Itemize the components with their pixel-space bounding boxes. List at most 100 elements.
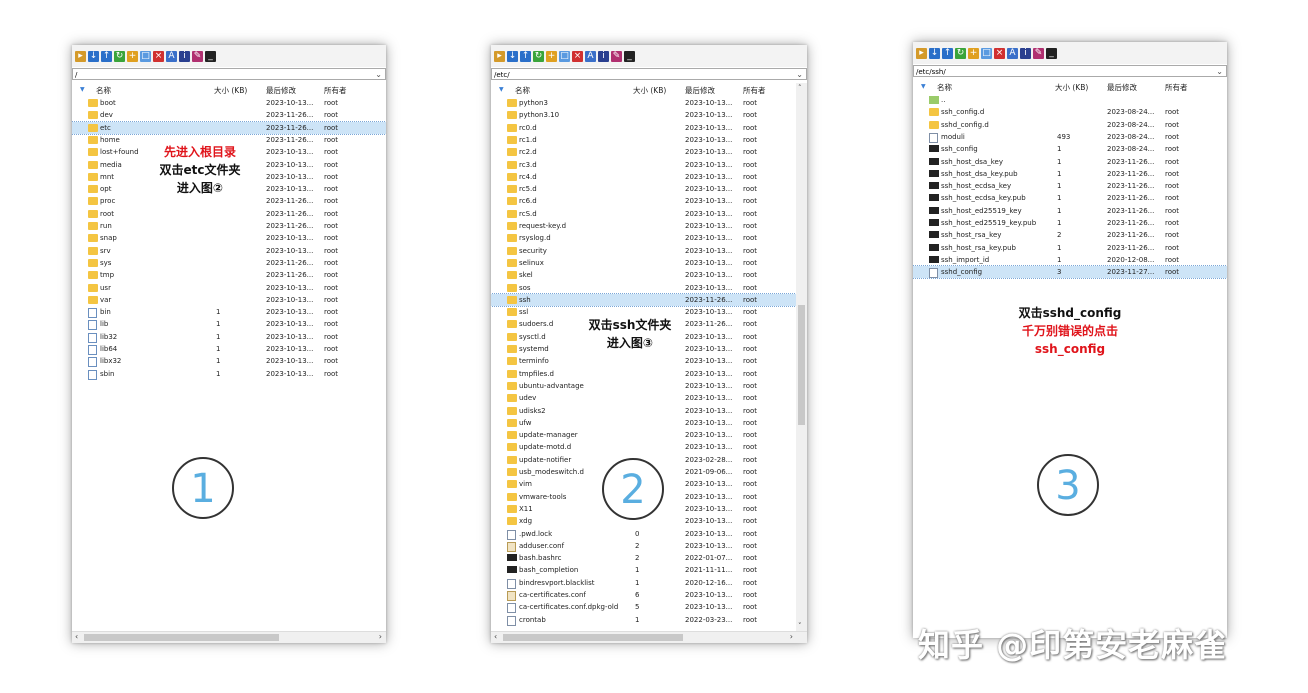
column-owner[interactable]: 所有者 [324, 85, 347, 96]
file-row[interactable]: python3 2023-10-13... root [491, 97, 796, 109]
upload-icon[interactable]: ↑ [520, 50, 531, 62]
file-row[interactable]: security 2023-10-13... root [491, 245, 796, 257]
horizontal-scrollbar[interactable]: ‹ › [72, 631, 386, 643]
file-row[interactable]: ssh_host_rsa_key.pub 1 2023-11-26... root [913, 242, 1227, 254]
chevron-down-icon[interactable]: ⌄ [1216, 66, 1223, 78]
file-row[interactable]: var 2023-10-13... root [72, 294, 386, 306]
file-row[interactable]: rsyslog.d 2023-10-13... root [491, 232, 796, 244]
new-file-icon[interactable]: □ [140, 50, 151, 62]
file-row[interactable]: skel 2023-10-13... root [491, 269, 796, 281]
column-owner[interactable]: 所有者 [1165, 82, 1188, 93]
file-row[interactable]: bindresvport.blacklist 1 2020-12-16... root [491, 577, 796, 589]
column-modified[interactable]: 最后修改 [266, 85, 296, 96]
file-row[interactable]: rc3.d 2023-10-13... root [491, 159, 796, 171]
refresh-icon[interactable]: ↻ [533, 50, 544, 62]
edit-icon[interactable]: ✎ [611, 50, 622, 62]
file-row[interactable]: rc6.d 2023-10-13... root [491, 195, 796, 207]
rename-icon[interactable]: A [1007, 47, 1018, 59]
horizontal-scrollbar[interactable]: ‹ › [491, 631, 807, 643]
column-name[interactable]: 名称 [937, 82, 952, 93]
open-folder-icon[interactable]: ▸ [494, 50, 505, 62]
path-input[interactable]: / ⌄ [72, 68, 386, 80]
file-row[interactable]: libx32 1 2023-10-13... root [72, 355, 386, 368]
scroll-left-icon[interactable]: ‹ [75, 632, 78, 641]
refresh-icon[interactable]: ↻ [114, 50, 125, 62]
file-row[interactable]: bash_completion 1 2021-11-11... root [491, 564, 796, 576]
scrollbar-thumb[interactable] [503, 634, 683, 641]
file-row[interactable]: ssh_host_ed25519_key.pub 1 2023-11-26... ro… [913, 217, 1227, 229]
column-modified[interactable]: 最后修改 [685, 85, 715, 96]
terminal-icon[interactable]: _ [205, 50, 216, 62]
file-row[interactable]: ssh_host_dsa_key.pub 1 2023-11-26... root [913, 168, 1227, 180]
file-row[interactable]: ssh_host_dsa_key 1 2023-11-26... root [913, 156, 1227, 168]
file-row[interactable]: ssh_config.d 2023-08-24... root [913, 106, 1227, 118]
scroll-left-icon[interactable]: ‹ [494, 632, 497, 641]
file-row[interactable]: rcS.d 2023-10-13... root [491, 208, 796, 220]
new-file-icon[interactable]: □ [559, 50, 570, 62]
file-row[interactable]: udev 2023-10-13... root [491, 392, 796, 404]
file-row[interactable]: usr 2023-10-13... root [72, 282, 386, 294]
file-row[interactable]: dev 2023-11-26... root [72, 109, 386, 121]
column-size[interactable]: 大小 (KB) [633, 85, 666, 96]
file-row[interactable]: udisks2 2023-10-13... root [491, 405, 796, 417]
file-row[interactable]: lib 1 2023-10-13... root [72, 318, 386, 331]
file-row[interactable]: sshd_config.d 2023-08-24... root [913, 119, 1227, 131]
file-row[interactable]: rc4.d 2023-10-13... root [491, 171, 796, 183]
file-row[interactable]: ssh_config 1 2023-08-24... root [913, 143, 1227, 155]
new-folder-icon[interactable]: + [968, 47, 979, 59]
rename-icon[interactable]: A [585, 50, 596, 62]
download-icon[interactable]: ↓ [929, 47, 940, 59]
file-row[interactable]: bash.bashrc 2 2022-01-07... root [491, 552, 796, 564]
file-row[interactable]: etc 2023-11-26... root [72, 120, 386, 135]
file-row[interactable]: sos 2023-10-13... root [491, 282, 796, 294]
scroll-right-icon[interactable]: › [379, 632, 382, 641]
file-row[interactable]: .pwd.lock 0 2023-10-13... root [491, 528, 796, 540]
column-owner[interactable]: 所有者 [743, 85, 766, 96]
file-row[interactable]: ssh_host_ecdsa_key 1 2023-11-26... root [913, 180, 1227, 192]
vertical-scrollbar[interactable]: ˄ ˅ [796, 83, 807, 632]
delete-icon[interactable]: × [572, 50, 583, 62]
file-row[interactable]: srv 2023-10-13... root [72, 245, 386, 257]
scroll-right-icon[interactable]: › [790, 632, 793, 641]
refresh-icon[interactable]: ↻ [955, 47, 966, 59]
file-row[interactable]: snap 2023-10-13... root [72, 232, 386, 244]
file-row[interactable]: terminfo 2023-10-13... root [491, 355, 796, 367]
file-row[interactable]: moduli 493 2023-08-24... root [913, 131, 1227, 143]
file-row[interactable]: run 2023-11-26... root [72, 220, 386, 232]
column-size[interactable]: 大小 (KB) [214, 85, 247, 96]
download-icon[interactable]: ↓ [507, 50, 518, 62]
sort-arrow-icon[interactable]: ▼ [80, 86, 85, 93]
file-row[interactable]: boot 2023-10-13... root [72, 97, 386, 109]
file-row[interactable]: rc5.d 2023-10-13... root [491, 183, 796, 195]
file-row[interactable]: ssh_host_ed25519_key 1 2023-11-26... root [913, 205, 1227, 217]
edit-icon[interactable]: ✎ [192, 50, 203, 62]
file-row[interactable]: update-manager 2023-10-13... root [491, 429, 796, 441]
file-row[interactable]: root 2023-11-26... root [72, 208, 386, 220]
file-row[interactable]: rc1.d 2023-10-13... root [491, 134, 796, 146]
sort-arrow-icon[interactable]: ▼ [921, 83, 926, 90]
delete-icon[interactable]: × [153, 50, 164, 62]
file-row[interactable]: python3.10 2023-10-13... root [491, 109, 796, 121]
scrollbar-thumb[interactable] [84, 634, 279, 641]
column-size[interactable]: 大小 (KB) [1055, 82, 1088, 93]
new-folder-icon[interactable]: + [546, 50, 557, 62]
upload-icon[interactable]: ↑ [942, 47, 953, 59]
file-row[interactable]: ssh_import_id 1 2020-12-08... root [913, 254, 1227, 266]
file-row[interactable]: crontab 1 2022-03-23... root [491, 614, 796, 626]
file-row[interactable]: request-key.d 2023-10-13... root [491, 220, 796, 232]
file-row[interactable]: rc0.d 2023-10-13... root [491, 122, 796, 134]
new-folder-icon[interactable]: + [127, 50, 138, 62]
file-row[interactable]: tmpfiles.d 2023-10-13... root [491, 368, 796, 380]
properties-icon[interactable]: i [1020, 47, 1031, 59]
chevron-down-icon[interactable]: ⌄ [375, 69, 382, 81]
new-file-icon[interactable]: □ [981, 47, 992, 59]
file-row[interactable]: lib64 1 2023-10-13... root [72, 343, 386, 355]
file-row[interactable]: adduser.conf 2 2023-10-13... root [491, 540, 796, 552]
terminal-icon[interactable]: _ [1046, 47, 1057, 59]
file-row[interactable]: ssh 2023-11-26... root [491, 292, 796, 308]
properties-icon[interactable]: i [598, 50, 609, 62]
file-row[interactable]: ca-certificates.conf.dpkg-old 5 2023-10-13… [491, 601, 796, 614]
file-row[interactable]: bin 1 2023-10-13... root [72, 306, 386, 319]
file-row[interactable]: rc2.d 2023-10-13... root [491, 146, 796, 158]
file-row[interactable]: tmp 2023-11-26... root [72, 269, 386, 281]
